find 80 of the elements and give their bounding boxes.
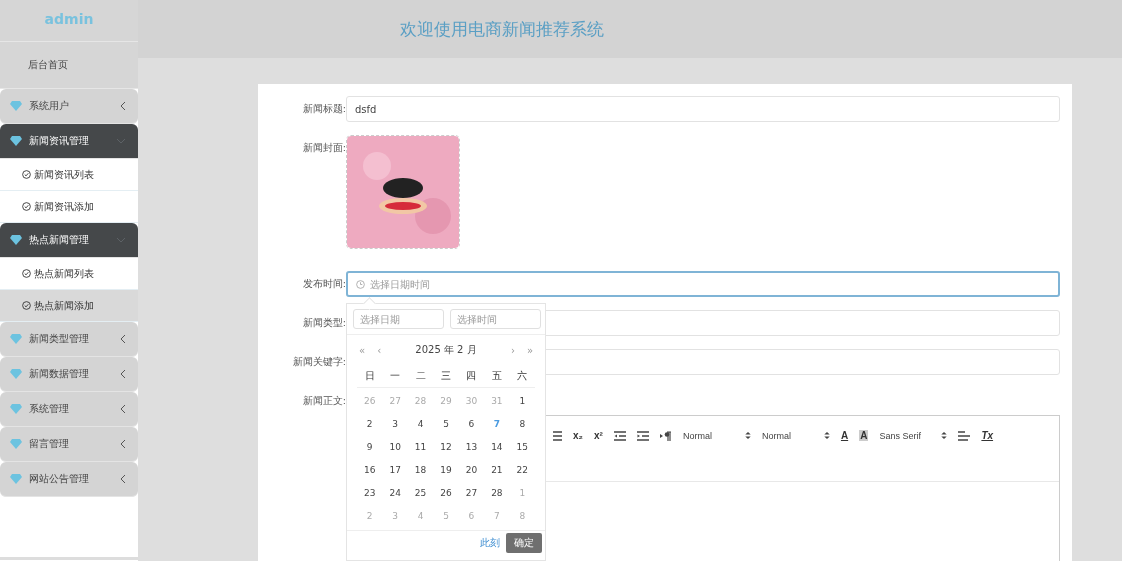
calendar-day[interactable]: 14 (484, 436, 510, 459)
sidebar-group[interactable]: 网站公告管理 (0, 462, 138, 497)
group-label: 留言管理 (29, 437, 70, 451)
date-input[interactable]: 选择日期 (353, 309, 444, 329)
calendar-day[interactable]: 15 (509, 436, 535, 459)
group-label: 新闻资讯管理 (29, 134, 90, 148)
group-label: 新闻类型管理 (29, 332, 90, 346)
calendar-day[interactable]: 3 (382, 413, 408, 436)
calendar-day[interactable]: 28 (484, 482, 510, 505)
weekday-header: 三 (440, 369, 452, 383)
brand-title: admin (0, 0, 138, 42)
subitem-label: 新闻资讯添加 (34, 199, 94, 214)
now-link[interactable]: 此刻 (480, 536, 500, 550)
calendar-day[interactable]: 13 (458, 436, 485, 459)
sidebar-group[interactable]: 新闻类型管理 (0, 322, 138, 357)
calendar-day[interactable]: 21 (484, 459, 510, 482)
calendar-day[interactable]: 10 (382, 436, 408, 459)
weekday-header: 二 (414, 369, 427, 383)
subitem-label: 热点新闻添加 (34, 298, 94, 313)
calendar-day[interactable]: 8 (509, 413, 535, 436)
group-label: 新闻数据管理 (29, 367, 90, 381)
calendar-day[interactable]: 22 (509, 459, 535, 482)
format-tool[interactable]: A (859, 430, 869, 441)
calendar-day[interactable]: 11 (407, 436, 434, 459)
field-label: 新闻关键字: (291, 355, 346, 369)
format-select[interactable]: Normal (682, 430, 751, 441)
confirm-button[interactable]: 确定 (506, 533, 542, 553)
field-label: 新闻正文: (301, 394, 346, 408)
calendar-day[interactable]: 1 (509, 390, 535, 413)
calendar-day[interactable]: 12 (433, 436, 459, 459)
sidebar-group[interactable]: 新闻数据管理 (0, 357, 138, 392)
group-label: 系统用户 (29, 99, 70, 113)
format-tool[interactable]: Tx (981, 430, 994, 441)
calendar-day[interactable]: 19 (433, 459, 459, 482)
group-label: 热点新闻管理 (29, 233, 90, 247)
sidebar-group[interactable]: 系统用户 (0, 89, 138, 124)
time-input[interactable]: 选择时间 (450, 309, 541, 329)
calendar-day[interactable]: 26 (433, 482, 459, 505)
sidebar-subitem[interactable]: 热点新闻添加 (0, 290, 138, 322)
calendar-day[interactable]: 25 (407, 482, 434, 505)
sidebar-group[interactable]: 系统管理 (0, 392, 138, 427)
field-label: 新闻类型: (301, 316, 346, 330)
format-tool[interactable]: x₂ (573, 430, 583, 441)
group-label: 系统管理 (29, 402, 70, 416)
month-title: 2025 年 2 月 (414, 343, 478, 357)
weekday-header: 日 (363, 369, 376, 383)
calendar-day[interactable]: 24 (382, 482, 408, 505)
weekday-header: 四 (465, 369, 478, 383)
format-tool[interactable]: A (840, 430, 849, 441)
calendar-day[interactable]: 9 (357, 436, 383, 459)
datetime-input[interactable]: 选择日期时间 (368, 277, 1050, 291)
subitem-label: 热点新闻列表 (34, 266, 94, 281)
calendar-day[interactable]: 23 (357, 482, 383, 505)
weekday-header: 六 (516, 369, 529, 383)
calendar-day[interactable]: 2 (357, 413, 383, 436)
page-title: 欢迎使用电商新闻推荐系统 (400, 17, 604, 41)
subitem-label: 新闻资讯列表 (34, 167, 94, 182)
format-select[interactable]: Sans Serif (879, 430, 948, 441)
sidebar-group[interactable]: 留言管理 (0, 427, 138, 462)
weekday-header: 五 (490, 369, 503, 383)
datetime-field[interactable]: 选择日期时间 (346, 271, 1060, 297)
calendar-day[interactable]: 6 (458, 413, 485, 436)
calendar-day[interactable]: 18 (407, 459, 434, 482)
format-tool[interactable]: x² (594, 430, 603, 441)
text-field[interactable]: dsfd (346, 96, 1060, 122)
weekday-header: 一 (389, 369, 402, 383)
calendar-day[interactable]: 16 (357, 459, 383, 482)
sidebar-group[interactable]: 热点新闻管理 (0, 223, 138, 258)
calendar-day[interactable]: 4 (407, 413, 434, 436)
field-label: 新闻封面: (301, 141, 346, 155)
sidebar-group[interactable]: 新闻资讯管理 (0, 124, 138, 159)
format-select[interactable]: Normal (761, 430, 830, 441)
field-label: 新闻标题: (301, 102, 346, 116)
calendar-day[interactable]: 5 (433, 413, 459, 436)
calendar-day[interactable]: 27 (458, 482, 485, 505)
calendar-day[interactable]: 20 (458, 459, 485, 482)
field-label: 发布时间: (301, 277, 346, 291)
sidebar-item[interactable]: 后台首页 (0, 42, 138, 89)
group-label: 网站公告管理 (29, 472, 90, 486)
calendar-day[interactable]: 17 (382, 459, 408, 482)
